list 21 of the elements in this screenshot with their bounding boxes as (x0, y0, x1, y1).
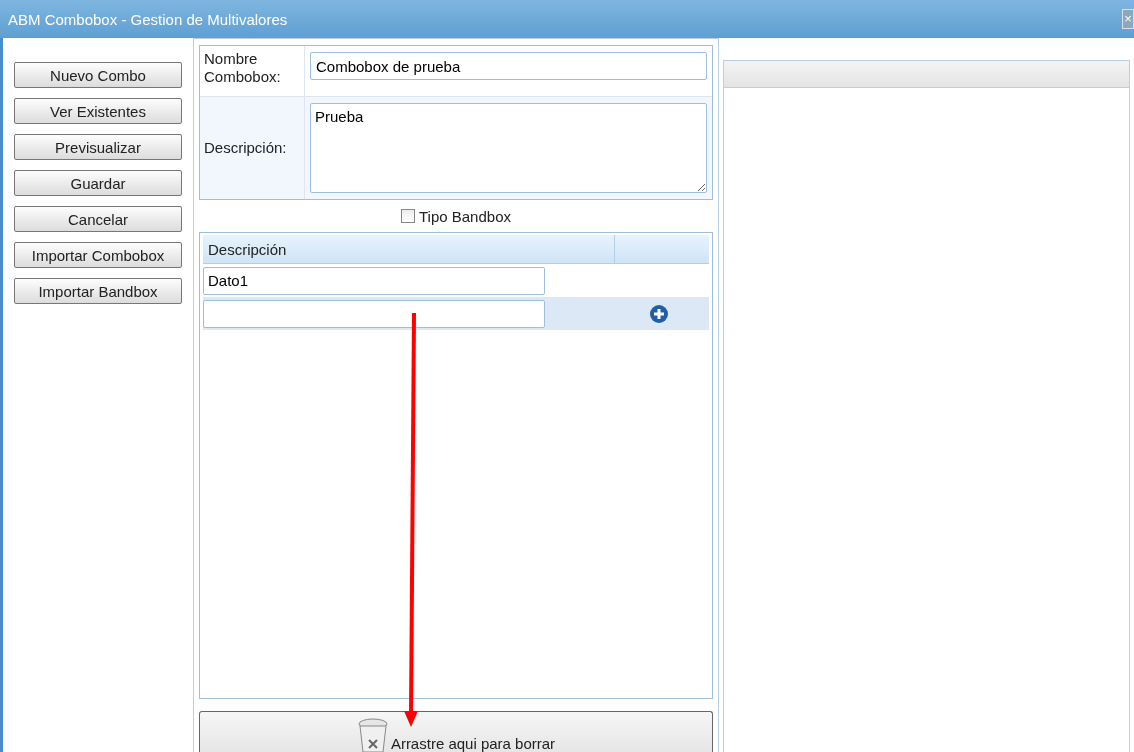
checkbox-label: Tipo Bandbox (419, 207, 511, 225)
column-header: Descripción (203, 235, 615, 263)
add-icon[interactable] (649, 303, 669, 324)
drop-label: Arrastre aqui para borrar (390, 735, 556, 752)
trash-icon (356, 718, 389, 752)
action-button[interactable]: Nuevo Combo (14, 62, 182, 88)
action-button[interactable]: Importar Bandbox (14, 278, 182, 304)
drop-zone[interactable]: Arrastre aqui para borrar (199, 711, 713, 752)
action-button[interactable]: Importar Combobox (14, 242, 182, 268)
window-title: ABM Combobox - Gestion de Multivalores (7, 10, 288, 28)
field-label: Nombre Combobox: (200, 46, 305, 96)
field-label: Descripción: (200, 97, 305, 199)
value-field[interactable]: Dato1 (203, 266, 545, 295)
action-button[interactable]: Previsualizar (14, 134, 182, 160)
description-field[interactable]: Prueba (310, 103, 707, 193)
action-button[interactable]: Ver Existentes (14, 98, 182, 124)
action-button[interactable]: Cancelar (14, 206, 182, 232)
action-button[interactable]: Guardar (14, 170, 182, 196)
name-field[interactable]: Combobox de prueba (310, 52, 707, 80)
value-field[interactable] (203, 299, 545, 328)
checkbox[interactable] (401, 209, 415, 223)
